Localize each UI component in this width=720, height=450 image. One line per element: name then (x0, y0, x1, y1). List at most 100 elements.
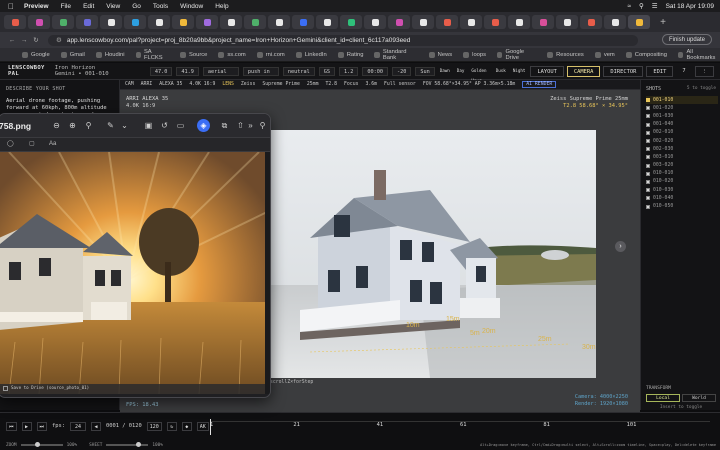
control-center-icon[interactable]: ☰ (652, 2, 658, 10)
zoom-slider[interactable] (20, 442, 63, 447)
transform-local-button[interactable]: Local (646, 394, 680, 402)
ai-render-button[interactable]: AI RENDER (522, 81, 557, 88)
browser-tab[interactable] (604, 15, 626, 29)
markup-toggle-icon[interactable]: ◈ (197, 119, 210, 132)
lens-make[interactable]: Zeiss (241, 82, 255, 87)
shot-checkbox[interactable] (646, 98, 650, 103)
keyframe-icon[interactable]: ◆ (181, 421, 192, 431)
focus-value[interactable]: 3.6m (365, 82, 377, 87)
sensor-mode[interactable]: Full sensor (384, 82, 416, 87)
menubar-clock[interactable]: Sat 18 Apr 19:09 (666, 3, 714, 10)
preset-night-button[interactable]: Night (511, 66, 528, 77)
skip-forward-icon[interactable]: ⏭ (36, 421, 48, 431)
browser-tab-active[interactable] (628, 15, 650, 29)
preview-scrollbar[interactable] (265, 152, 270, 394)
shot-item[interactable]: 010-020 (646, 178, 718, 186)
bookmark-item[interactable]: vem (594, 51, 615, 58)
bookmark-item[interactable]: Houdini (95, 51, 125, 58)
menu-item-file[interactable]: File (61, 3, 71, 10)
more-icon[interactable]: » (245, 120, 256, 131)
save-checkbox-icon[interactable] (3, 386, 8, 391)
browser-tab[interactable] (52, 15, 74, 29)
shot-item[interactable]: 001-040 (646, 121, 718, 129)
param-field[interactable]: 41.9 (176, 66, 199, 76)
shot-item[interactable]: 003-010 (646, 153, 718, 161)
length-field[interactable]: 120 (146, 421, 162, 431)
preview-titlebar[interactable]: 758.png ⊖ ⊕ ⚲ ✎ ⌄ ▣ ↺ ▭ ◈ ⧉ ⇧ » ⚲ (0, 114, 270, 138)
url-input[interactable]: ⚙ app.lenscowboy.com/pal?project=proj_8b… (48, 34, 638, 46)
browser-tab[interactable] (340, 15, 362, 29)
param-field[interactable]: 1.2 (338, 66, 359, 76)
browser-tab[interactable] (220, 15, 242, 29)
browser-tab[interactable] (412, 15, 434, 29)
shot-checkbox[interactable] (646, 171, 650, 176)
bookmark-item[interactable]: rni.com (256, 51, 285, 58)
menu-item-help[interactable]: Help (215, 3, 228, 10)
bookmark-item[interactable]: Resources (547, 51, 584, 58)
reload-icon[interactable]: ↻ (30, 36, 42, 44)
markup-pen-icon[interactable]: ✎ (105, 120, 116, 131)
shot-checkbox[interactable] (646, 122, 650, 127)
bookmark-item[interactable]: SA FLCKS (135, 49, 170, 61)
shot-checkbox[interactable] (646, 204, 650, 209)
search-icon[interactable]: ⚲ (257, 120, 268, 131)
bookmark-item[interactable]: All Bookmarks (678, 49, 720, 61)
cam-resolution[interactable]: 4.0K 16:9 (189, 82, 215, 87)
copy-icon[interactable]: ⧉ (219, 120, 230, 131)
border-tool-icon[interactable]: ▢ (29, 140, 35, 147)
bookmark-item[interactable]: Rating (337, 51, 363, 58)
new-tab-button[interactable]: + (652, 15, 674, 29)
bookmark-item[interactable]: Source (180, 51, 207, 58)
param-field[interactable]: neutral (282, 66, 315, 76)
back-arrow-icon[interactable]: ← (6, 37, 18, 44)
forward-arrow-icon[interactable]: → (18, 37, 30, 44)
bookmark-item[interactable]: ss.com (218, 51, 246, 58)
highlight-icon[interactable]: ▭ (175, 120, 186, 131)
shot-checkbox[interactable] (646, 155, 650, 160)
zoom-in-icon[interactable]: ⚲ (83, 120, 94, 131)
skip-back-icon[interactable]: ⏮ (6, 421, 17, 431)
text-style-button[interactable]: Aa (49, 141, 56, 147)
shot-item[interactable]: 003-020 (646, 162, 718, 170)
shot-checkbox[interactable] (646, 139, 650, 144)
tab-director[interactable]: DIRECTOR (603, 65, 644, 77)
crop-icon[interactable]: ▣ (143, 120, 154, 131)
param-field[interactable]: push in (242, 66, 279, 76)
apple-logo-icon[interactable]:  (8, 2, 14, 11)
param-field[interactable]: aerial (202, 66, 239, 76)
shot-checkbox[interactable] (646, 106, 650, 111)
search-icon[interactable]: ⚲ (639, 2, 644, 10)
shot-checkbox[interactable] (646, 130, 650, 135)
transform-world-button[interactable]: World (682, 394, 716, 402)
bookmark-item[interactable]: Compositing (625, 51, 667, 58)
browser-tab[interactable] (268, 15, 290, 29)
site-info-icon[interactable]: ⚙ (56, 36, 62, 44)
param-field[interactable]: 00:00 (362, 66, 388, 76)
bookmark-item[interactable]: Google (22, 51, 50, 58)
shot-checkbox[interactable] (646, 179, 650, 184)
preset-dusk-button[interactable]: Dusk (494, 66, 508, 77)
param-field[interactable]: -20 (391, 66, 412, 76)
browser-tab[interactable] (244, 15, 266, 29)
shot-item[interactable]: 010-040 (646, 194, 718, 202)
tab-camera[interactable]: CAMERA (566, 65, 601, 77)
cam-model[interactable]: ALEXA 35 (159, 82, 182, 87)
browser-tab[interactable] (580, 15, 602, 29)
browser-tab[interactable] (148, 15, 170, 29)
cam-make[interactable]: ARRI (141, 82, 153, 87)
shot-item[interactable]: 002-020 (646, 137, 718, 145)
lens-aperture[interactable]: T2.8 (325, 82, 337, 87)
bookmark-item[interactable]: Standard Bank (374, 49, 417, 61)
shot-checkbox[interactable] (646, 188, 650, 193)
bookmark-item[interactable]: Gmail (60, 51, 85, 58)
shot-item[interactable]: 001-030 (646, 112, 718, 120)
sheet-slider[interactable] (106, 442, 149, 447)
param-field[interactable]: 47.0 (149, 66, 173, 76)
zoom-out-icon[interactable]: ⊖ (51, 120, 62, 131)
prev-frame-icon[interactable]: ◀ (91, 421, 102, 431)
bookmark-item[interactable]: loops (463, 51, 486, 58)
bookmark-item[interactable]: LinkedIn (295, 51, 327, 58)
wifi-icon[interactable]: ≈ (627, 3, 631, 10)
browser-tab[interactable] (76, 15, 98, 29)
browser-tab[interactable] (436, 15, 458, 29)
